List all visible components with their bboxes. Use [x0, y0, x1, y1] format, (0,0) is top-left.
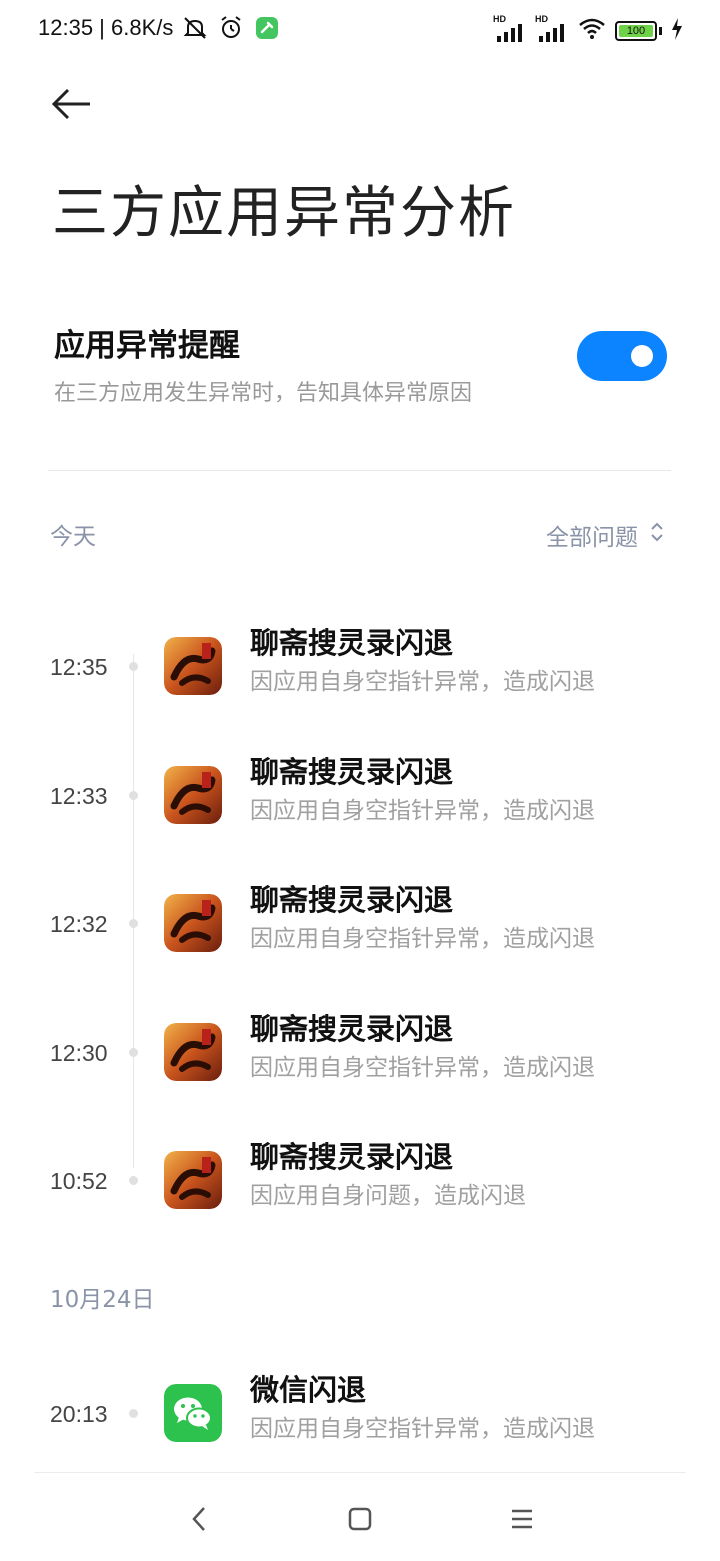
nav-home-icon[interactable] — [342, 1501, 378, 1537]
entry-time: 12:33 — [50, 782, 108, 809]
entry-title: 聊斋搜灵录闪退 — [250, 1011, 454, 1046]
setting-subtitle: 在三方应用发生异常时，告知具体异常原因 — [54, 381, 473, 406]
game-app-icon — [164, 894, 222, 952]
status-bar: 12:35 | 6.8K/s HD HD 100 — [0, 0, 720, 62]
toggle-knob — [631, 345, 653, 367]
list-item[interactable]: 20:13 微信闪退因应用自身空指针异常，造成闪退 — [0, 1373, 720, 1477]
section-date-label: 10月24日 — [50, 1287, 155, 1313]
battery-icon: 100 — [615, 21, 657, 41]
battery-tip — [659, 27, 662, 35]
timeline-dot — [129, 1409, 138, 1418]
entry-subtitle: 因应用自身空指针异常，造成闪退 — [250, 1416, 595, 1442]
list-item[interactable]: 10:52 聊斋搜灵录闪退因应用自身问题，造成闪退 — [0, 1140, 720, 1244]
filter-label: 全部问题 — [546, 525, 638, 551]
battery-level: 100 — [626, 25, 646, 37]
entry-time: 20:13 — [50, 1401, 108, 1427]
app-notification-icon — [253, 14, 281, 42]
entry-time: 12:32 — [50, 911, 108, 937]
status-time-speed: 12:35 | 6.8K/s — [38, 15, 174, 40]
entry-time: 12:35 — [50, 654, 108, 680]
entry-subtitle: 因应用自身问题，造成闪退 — [250, 1183, 526, 1209]
list-item[interactable]: 12:35 聊斋搜灵录闪退因应用自身空指针异常，造成闪退 — [0, 626, 720, 730]
signal-icon: HD — [535, 14, 569, 44]
section-today-label: 今天 — [50, 524, 96, 550]
list-item[interactable]: 12:33 聊斋搜灵录闪退因应用自身空指针异常，造成闪退 — [0, 755, 720, 859]
list-item[interactable]: 12:32 聊斋搜灵录闪退因应用自身空指针异常，造成闪退 — [0, 883, 720, 987]
entry-title: 聊斋搜灵录闪退 — [250, 754, 454, 789]
filter-dropdown[interactable]: 全部问题 — [546, 518, 664, 552]
entry-subtitle: 因应用自身空指针异常，造成闪退 — [250, 669, 595, 695]
list-item[interactable]: 12:30 聊斋搜灵录闪退因应用自身空指针异常，造成闪退 — [0, 1012, 720, 1116]
signal-label: HD — [535, 14, 548, 24]
wifi-icon — [577, 16, 607, 46]
timeline-dot — [129, 919, 138, 928]
game-app-icon — [164, 1151, 222, 1209]
exception-alert-toggle[interactable] — [577, 331, 667, 381]
charging-icon — [670, 17, 684, 45]
nav-recents-icon[interactable] — [504, 1501, 540, 1537]
back-arrow-icon[interactable] — [48, 82, 96, 126]
sort-chevron-icon — [650, 521, 664, 549]
entry-title: 聊斋搜灵录闪退 — [250, 1140, 454, 1174]
alarm-icon — [217, 14, 245, 42]
game-app-icon — [164, 765, 222, 824]
entry-title: 微信闪退 — [250, 1373, 367, 1407]
mute-icon — [181, 14, 209, 42]
wechat-app-icon — [164, 1384, 222, 1442]
timeline-dot — [129, 662, 138, 671]
entry-title: 聊斋搜灵录闪退 — [250, 626, 454, 660]
timeline-dot — [129, 1176, 138, 1185]
game-app-icon — [164, 637, 222, 695]
timeline-dot — [129, 1047, 138, 1057]
game-app-icon — [164, 1022, 222, 1081]
entry-title: 聊斋搜灵录闪退 — [250, 883, 454, 917]
entry-time: 10:52 — [50, 1168, 108, 1194]
divider — [48, 470, 671, 471]
nav-back-icon[interactable] — [182, 1501, 218, 1537]
entry-subtitle: 因应用自身空指针异常，造成闪退 — [250, 926, 595, 952]
entry-subtitle: 因应用自身空指针异常，造成闪退 — [250, 1054, 595, 1081]
entry-subtitle: 因应用自身空指针异常，造成闪退 — [250, 797, 595, 824]
signal-icon: HD — [493, 14, 527, 44]
navigation-bar — [34, 1472, 686, 1561]
timeline-dot — [129, 790, 138, 800]
signal-label: HD — [493, 14, 506, 24]
page-title: 三方应用异常分析 — [52, 181, 516, 246]
entry-time: 12:30 — [50, 1039, 108, 1066]
